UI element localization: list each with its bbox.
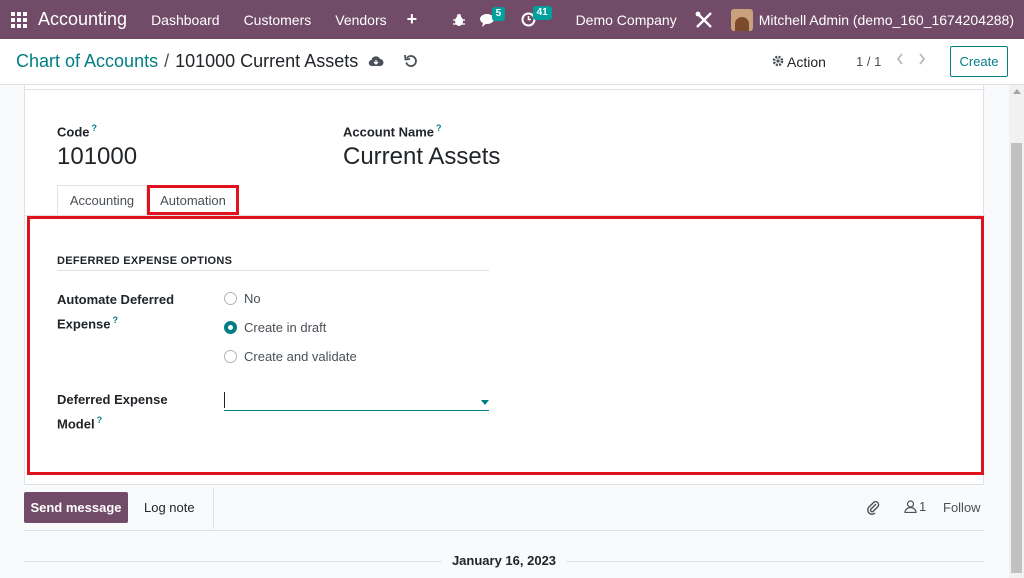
gear-icon <box>772 54 784 70</box>
radio-no[interactable] <box>224 292 237 305</box>
dropdown-caret-icon[interactable] <box>481 400 489 405</box>
followers-count: 1 <box>919 499 927 514</box>
text-cursor <box>224 392 225 408</box>
menu-dashboard[interactable]: Dashboard <box>151 12 220 28</box>
tab-automation[interactable]: Automation <box>147 185 239 215</box>
breadcrumb-chart-of-accounts[interactable]: Chart of Accounts <box>16 51 158 71</box>
log-note-button[interactable]: Log note <box>144 500 195 515</box>
followers-button[interactable]: 1 <box>904 499 926 514</box>
app-name[interactable]: Accounting <box>38 9 127 30</box>
menu-plus-icon[interactable]: + <box>407 9 418 30</box>
save-cloud-icon[interactable] <box>368 54 384 73</box>
menu-vendors[interactable]: Vendors <box>335 12 386 28</box>
deferred-expense-model-select[interactable] <box>224 391 489 411</box>
chatter-topbar: Send message Log note 1 Follow <box>24 485 984 531</box>
vertical-scrollbar[interactable] <box>1009 85 1024 578</box>
user-avatar[interactable] <box>730 8 753 31</box>
apps-menu-icon[interactable] <box>0 0 38 39</box>
control-panel: Chart of Accounts/101000 Current Assets … <box>0 39 1024 85</box>
pager-value[interactable]: 1 / 1 <box>856 54 881 69</box>
company-switcher[interactable]: Demo Company <box>576 12 677 28</box>
breadcrumb-current: 101000 Current Assets <box>175 51 359 71</box>
create-button[interactable]: Create <box>950 46 1008 77</box>
chatter: Send message Log note 1 Follow January 1… <box>24 485 984 578</box>
account-name-value[interactable]: Current Assets <box>343 143 500 171</box>
messages-badge: 5 <box>491 6 506 21</box>
user-icon <box>904 500 917 513</box>
date-separator-text: January 16, 2023 <box>441 553 567 568</box>
chatter-divider <box>213 487 214 529</box>
model-help-icon[interactable]: ? <box>97 415 103 425</box>
send-message-button[interactable]: Send message <box>24 492 128 523</box>
radio-option-create-and-validate[interactable]: Create and validate <box>224 349 357 364</box>
activity-clock-icon[interactable]: 41 <box>521 6 552 27</box>
scrollbar-thumb[interactable] <box>1011 143 1022 573</box>
deferred-expense-model-label: Deferred Expense Model? <box>57 392 168 432</box>
action-label: Action <box>787 54 826 70</box>
activity-badge: 41 <box>532 6 552 20</box>
sheet-divider <box>25 89 985 90</box>
radio-create-and-validate[interactable] <box>224 350 237 363</box>
radio-option-no[interactable]: No <box>224 291 261 306</box>
pager-next-icon[interactable] <box>917 51 927 72</box>
section-divider <box>57 270 489 271</box>
action-menu-button[interactable]: Action <box>772 54 826 70</box>
messages-icon[interactable]: 5 <box>479 6 506 27</box>
paperclip-icon[interactable] <box>866 499 880 520</box>
automate-deferred-expense-label: Automate Deferred Expense? <box>57 292 175 332</box>
code-help-icon[interactable]: ? <box>92 123 98 133</box>
radio-option-create-in-draft[interactable]: Create in draft <box>224 320 326 335</box>
scroll-up-arrow-icon[interactable] <box>1013 89 1021 94</box>
form-view: Code? 101000 Account Name? Current Asset… <box>0 85 1009 578</box>
navbar-systray: 5 41 Demo Company Mitchell Admin (demo_1… <box>452 0 1024 39</box>
automate-help-icon[interactable]: ? <box>112 315 118 325</box>
account-name-help-icon[interactable]: ? <box>436 123 442 133</box>
account-name-label: Account Name? <box>343 123 442 140</box>
menu-customers[interactable]: Customers <box>244 12 312 28</box>
section-title: DEFERRED EXPENSE OPTIONS <box>57 255 233 267</box>
debug-bug-icon[interactable] <box>452 13 466 27</box>
tools-icon[interactable] <box>695 11 713 29</box>
radio-create-in-draft[interactable] <box>224 321 237 334</box>
discard-undo-icon[interactable] <box>404 54 418 73</box>
top-navbar: Accounting Dashboard Customers Vendors +… <box>0 0 1024 39</box>
follow-button[interactable]: Follow <box>943 500 981 515</box>
tab-accounting[interactable]: Accounting <box>57 185 147 215</box>
pager-previous-icon[interactable] <box>895 51 905 72</box>
code-value[interactable]: 101000 <box>57 143 137 171</box>
breadcrumb-separator: / <box>164 51 170 71</box>
user-menu[interactable]: Mitchell Admin (demo_160_1674204288) <box>759 12 1014 28</box>
form-sheet: Code? 101000 Account Name? Current Asset… <box>24 85 985 485</box>
code-label: Code? <box>57 123 98 140</box>
breadcrumb: Chart of Accounts /101000 Current Assets <box>16 51 358 72</box>
date-separator: January 16, 2023 <box>24 553 984 569</box>
